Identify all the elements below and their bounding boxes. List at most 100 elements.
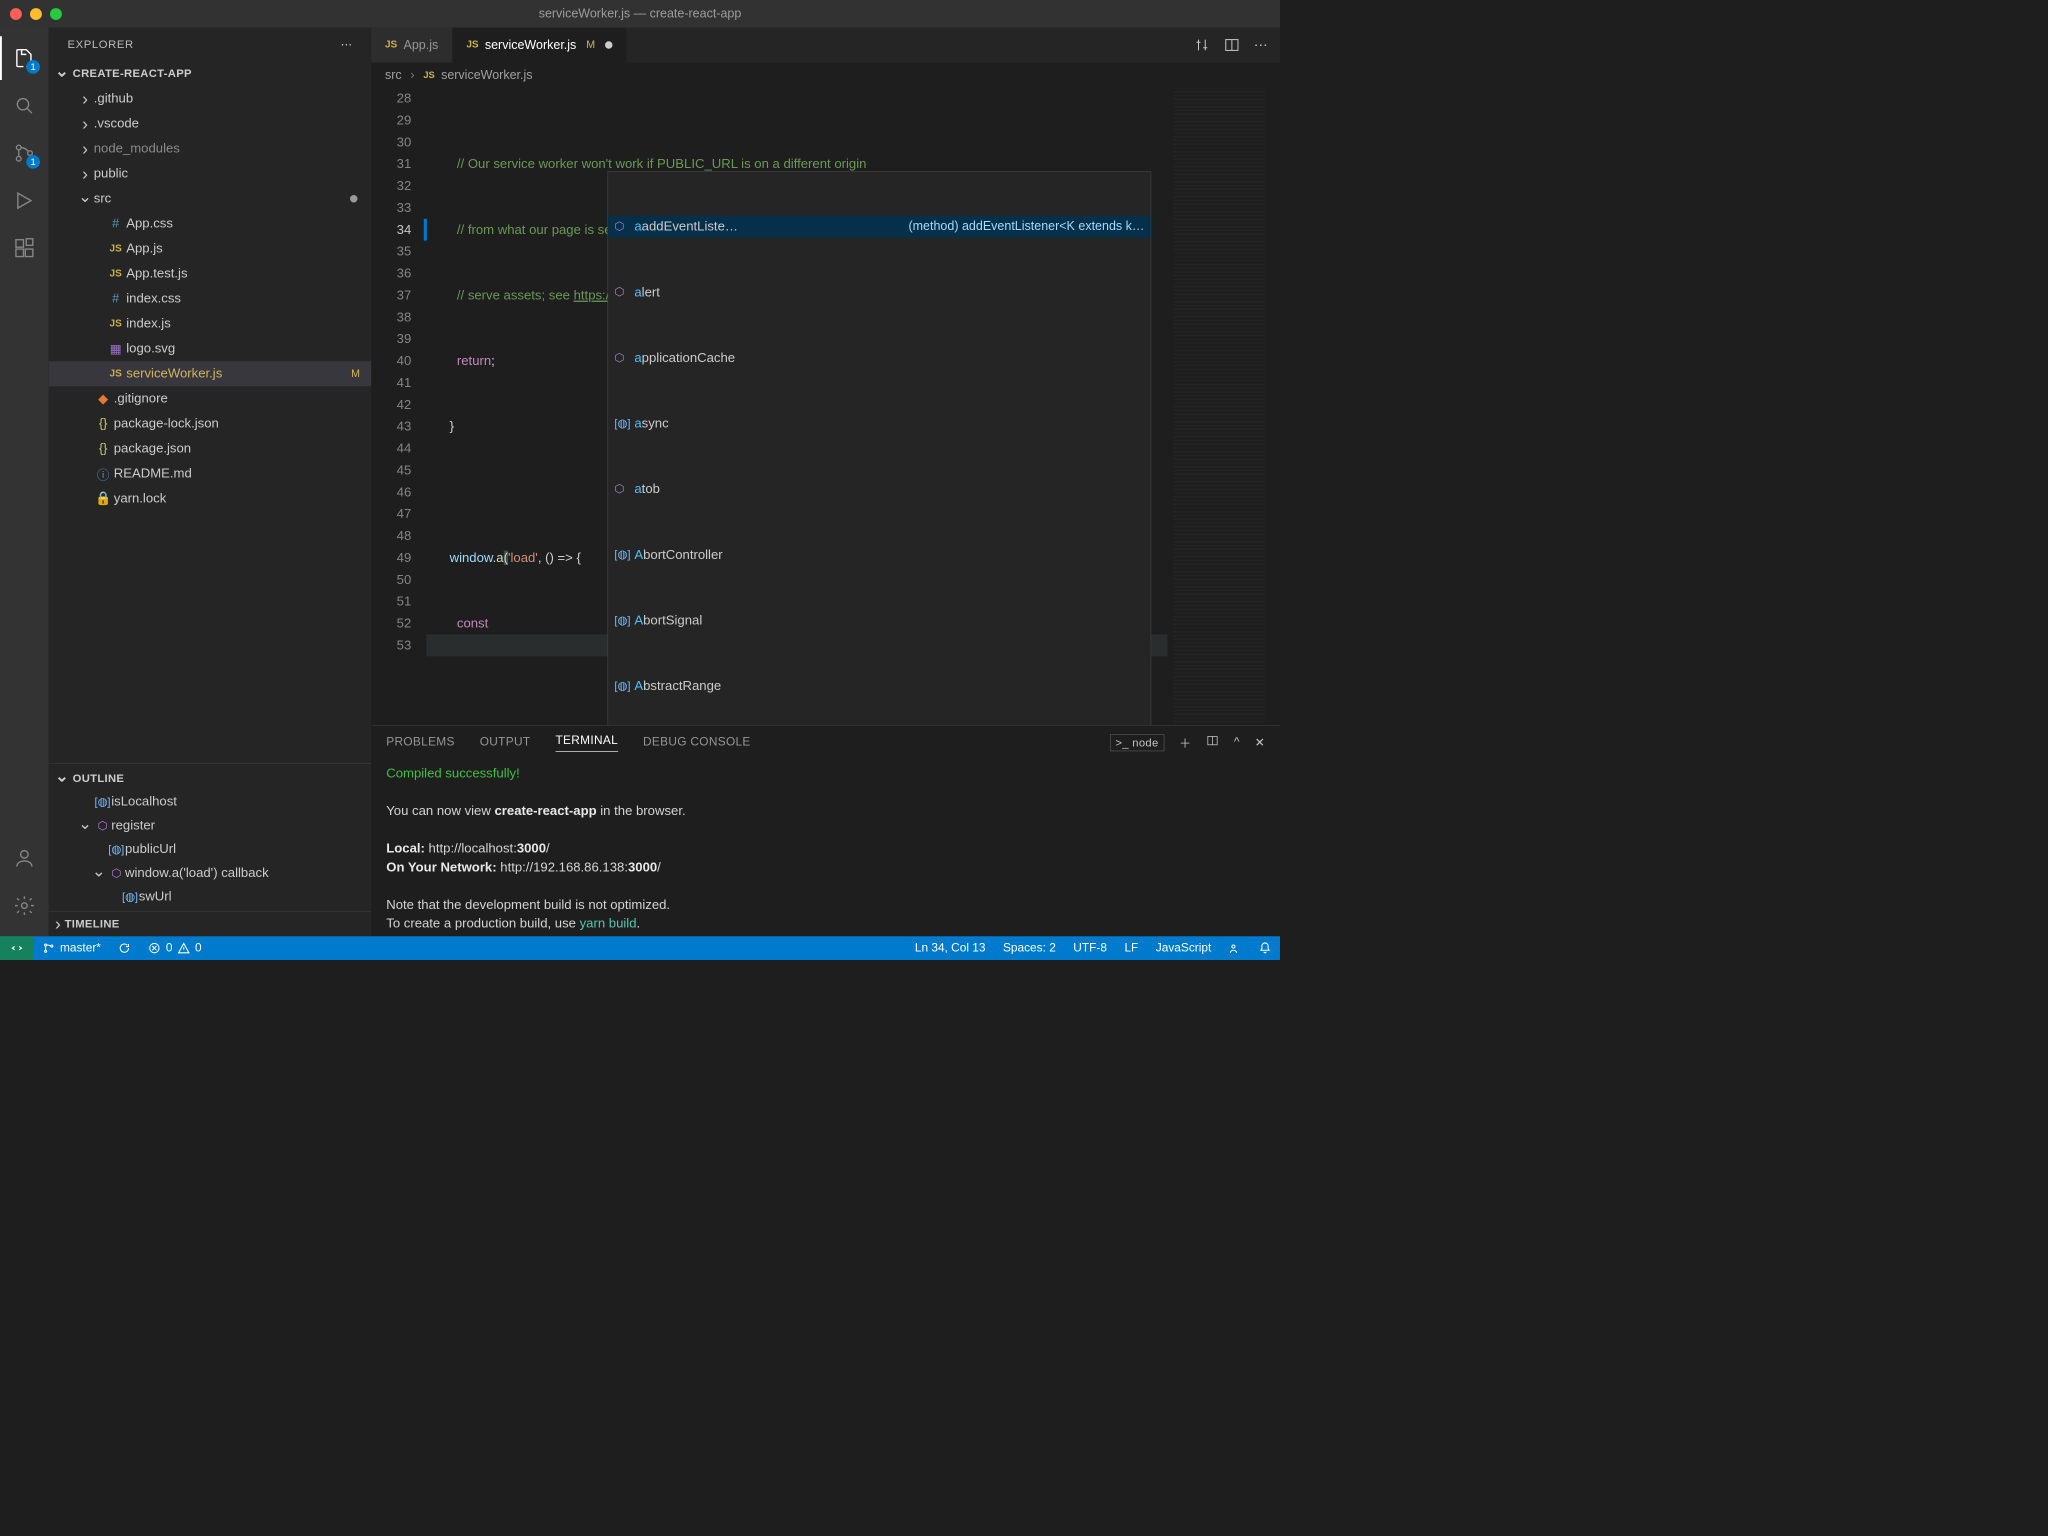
problems-status[interactable]: 0 0: [140, 936, 211, 960]
minimize-window-button[interactable]: [30, 8, 42, 20]
folder-src[interactable]: src: [49, 186, 372, 211]
extensions-activity[interactable]: [0, 226, 49, 270]
gitignore-icon: ◆: [94, 391, 113, 407]
file-tree: .github .vscode node_modules public src …: [49, 85, 372, 513]
debug-console-tab[interactable]: DEBUG CONSOLE: [643, 736, 751, 750]
variable-symbol-icon: [◍]: [614, 413, 628, 435]
code-lines[interactable]: // Our service worker won't work if PUBL…: [426, 88, 1280, 726]
settings-activity[interactable]: [0, 884, 49, 928]
git-branch-status[interactable]: master*: [34, 936, 110, 960]
variable-symbol-icon: [◍]: [108, 843, 126, 856]
chevron-down-icon: [55, 770, 69, 787]
breadcrumb-segment: serviceWorker.js: [441, 68, 532, 82]
source-control-activity[interactable]: 1: [0, 131, 49, 175]
zoom-window-button[interactable]: [50, 8, 62, 20]
problems-tab[interactable]: PROBLEMS: [386, 736, 454, 750]
notifications-icon[interactable]: [1250, 936, 1280, 960]
file-service-worker-js[interactable]: JSserviceWorker.jsM: [49, 361, 372, 386]
file-app-js[interactable]: JSApp.js: [49, 236, 372, 261]
minimap[interactable]: [1174, 89, 1265, 725]
timeline-section-head[interactable]: TIMELINE: [49, 911, 372, 936]
outline-publicurl[interactable]: [◍]publicUrl: [49, 838, 372, 862]
info-file-icon: ⓘ: [94, 465, 113, 483]
outline-load-callback[interactable]: ⬡window.a('load') callback: [49, 861, 372, 885]
run-debug-activity[interactable]: [0, 179, 49, 223]
suggest-item-addeventlistener[interactable]: ⬡aaddEventListe…(method) addEventListene…: [608, 216, 1151, 238]
outline-register[interactable]: ⬡register: [49, 814, 372, 838]
eol-status[interactable]: LF: [1116, 936, 1147, 960]
variable-symbol-icon: [◍]: [614, 675, 628, 697]
search-activity[interactable]: [0, 84, 49, 128]
tab-service-worker-js[interactable]: JSserviceWorker.jsM: [453, 28, 627, 63]
editor-tabs: JSApp.js JSserviceWorker.jsM ⋯: [371, 28, 1280, 63]
suggest-item-abstractrange[interactable]: [◍]AbstractRange: [608, 675, 1151, 697]
js-file-icon: JS: [106, 318, 125, 329]
sidebar-more-icon[interactable]: ⋯: [341, 38, 353, 51]
file-gitignore[interactable]: ◆.gitignore: [49, 386, 372, 411]
split-editor-icon[interactable]: [1224, 37, 1240, 53]
svg-file-icon: ▦: [106, 341, 125, 357]
suggest-item-alert[interactable]: ⬡alert: [608, 281, 1151, 303]
cursor-position-status[interactable]: Ln 34, Col 13: [906, 936, 994, 960]
folder-node-modules[interactable]: node_modules: [49, 136, 372, 161]
method-symbol-icon: ⬡: [614, 478, 628, 500]
folder-public[interactable]: public: [49, 161, 372, 186]
split-terminal-icon[interactable]: [1206, 734, 1219, 750]
json-file-icon: {}: [94, 442, 113, 456]
variable-symbol-icon: [◍]: [614, 544, 628, 566]
file-app-css[interactable]: #App.css: [49, 211, 372, 236]
breadcrumb[interactable]: src JS serviceWorker.js: [371, 63, 1280, 88]
chevron-right-icon: [76, 115, 94, 133]
file-app-test-js[interactable]: JSApp.test.js: [49, 261, 372, 286]
explorer-activity[interactable]: 1: [0, 36, 49, 80]
suggest-item-abortsignal[interactable]: [◍]AbortSignal: [608, 609, 1151, 631]
shell-selector[interactable]: >_ node: [1110, 734, 1164, 751]
close-panel-icon[interactable]: ✕: [1255, 735, 1265, 749]
folder-github[interactable]: .github: [49, 86, 372, 111]
outline-swurl[interactable]: [◍]swUrl: [49, 885, 372, 909]
feedback-icon[interactable]: [1220, 936, 1250, 960]
more-actions-icon[interactable]: ⋯: [1254, 37, 1268, 53]
method-symbol-icon: ⬡: [614, 216, 628, 238]
language-mode-status[interactable]: JavaScript: [1147, 936, 1220, 960]
function-symbol-icon: ⬡: [94, 819, 112, 832]
code-editor[interactable]: 282930 313233 343536 373839 404142 43444…: [371, 88, 1280, 726]
file-yarn-lock[interactable]: 🔒yarn.lock: [49, 486, 372, 511]
file-package-lock[interactable]: {}package-lock.json: [49, 411, 372, 436]
output-tab[interactable]: OUTPUT: [480, 736, 531, 750]
compare-changes-icon[interactable]: [1194, 37, 1210, 53]
tab-app-js[interactable]: JSApp.js: [371, 28, 452, 63]
outline-head[interactable]: OUTLINE: [49, 766, 372, 790]
suggest-item-abortcontroller[interactable]: [◍]AbortController: [608, 544, 1151, 566]
intellisense-suggest-widget: ⬡aaddEventListe…(method) addEventListene…: [608, 171, 1152, 725]
css-file-icon: #: [106, 292, 125, 306]
js-file-icon: JS: [106, 268, 125, 279]
indentation-status[interactable]: Spaces: 2: [994, 936, 1064, 960]
explorer-badge: 1: [26, 60, 40, 74]
accounts-activity[interactable]: [0, 836, 49, 880]
folder-vscode[interactable]: .vscode: [49, 111, 372, 136]
file-logo-svg[interactable]: ▦logo.svg: [49, 336, 372, 361]
remote-indicator[interactable]: [0, 936, 34, 960]
chevron-right-icon: [76, 140, 94, 158]
file-index-css[interactable]: #index.css: [49, 286, 372, 311]
new-terminal-icon[interactable]: ＋: [1179, 734, 1191, 751]
terminal-output[interactable]: Compiled successfully! You can now view …: [371, 759, 1280, 936]
sync-status[interactable]: [110, 936, 140, 960]
encoding-status[interactable]: UTF-8: [1065, 936, 1116, 960]
bottom-panel: PROBLEMS OUTPUT TERMINAL DEBUG CONSOLE >…: [371, 725, 1280, 936]
json-file-icon: {}: [94, 417, 113, 431]
function-symbol-icon: ⬡: [108, 867, 126, 880]
file-package-json[interactable]: {}package.json: [49, 436, 372, 461]
maximize-panel-icon[interactable]: ^: [1234, 736, 1240, 750]
suggest-item-atob[interactable]: ⬡atob: [608, 478, 1151, 500]
suggest-item-applicationcache[interactable]: ⬡applicationCache: [608, 347, 1151, 369]
outline-islocalhost[interactable]: [◍]isLocalhost: [49, 790, 372, 814]
close-window-button[interactable]: [10, 8, 22, 20]
folder-section-head[interactable]: CREATE-REACT-APP: [49, 61, 372, 85]
file-index-js[interactable]: JSindex.js: [49, 311, 372, 336]
js-file-icon: JS: [106, 368, 125, 379]
suggest-item-async[interactable]: [◍]async: [608, 413, 1151, 435]
file-readme[interactable]: ⓘREADME.md: [49, 461, 372, 486]
terminal-tab[interactable]: TERMINAL: [555, 733, 618, 751]
